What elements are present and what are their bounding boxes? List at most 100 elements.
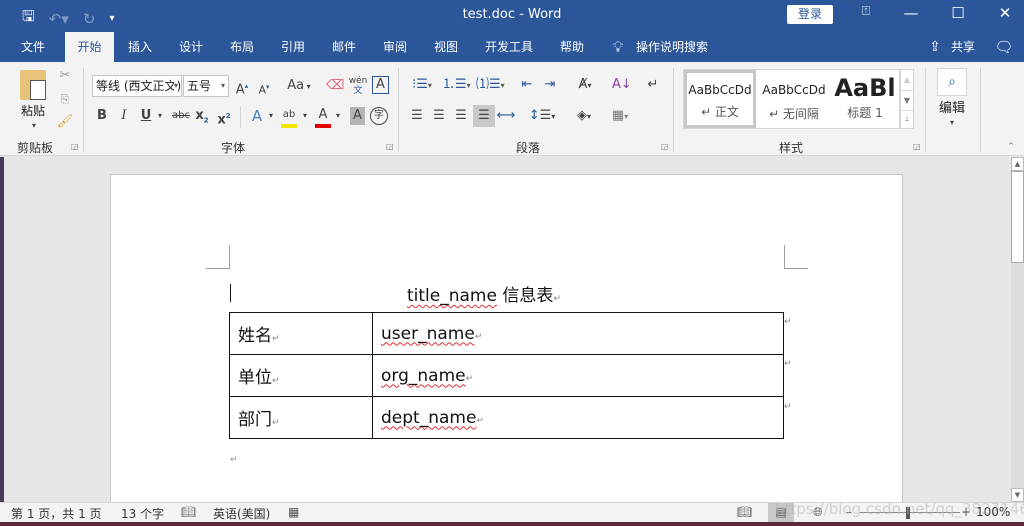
chevron-down-icon[interactable]: ▾ xyxy=(333,107,343,125)
chevron-down-icon[interactable]: ▾ xyxy=(266,107,276,125)
table-label-cell[interactable]: 姓名↵ xyxy=(229,312,373,355)
text-effects-icon[interactable]: A xyxy=(248,107,266,125)
grow-font-icon[interactable]: A▴ xyxy=(234,77,250,99)
table-label-cell[interactable]: 部门↵ xyxy=(229,396,373,439)
table-value-cell[interactable]: org_name↵ xyxy=(372,354,784,397)
ribbon-display-options-icon[interactable]: ⍐ xyxy=(851,4,881,19)
collapse-ribbon-icon[interactable]: ⌃ xyxy=(1004,138,1018,156)
language-indicator[interactable]: 英语(美国) xyxy=(213,505,270,522)
highlight-color-icon[interactable]: ab xyxy=(281,106,297,128)
line-spacing-icon[interactable]: ↕☰▾ xyxy=(527,107,557,126)
cut-icon[interactable]: ✂ xyxy=(56,67,74,85)
chevron-down-icon[interactable]: ▾ xyxy=(300,107,310,125)
italic-icon[interactable]: I xyxy=(117,107,131,125)
proofing-icon[interactable]: 📖︎ xyxy=(181,505,196,519)
shading-icon[interactable]: ◈▾ xyxy=(569,107,599,126)
align-left-icon[interactable]: ☰ xyxy=(408,107,426,125)
scroll-up-icon[interactable]: ▲ xyxy=(901,70,913,90)
paste-dropdown-icon[interactable]: ▾ xyxy=(26,117,42,135)
macro-recording-icon[interactable]: ▦ xyxy=(288,505,299,519)
tab-view[interactable]: 视图 xyxy=(424,32,468,62)
vertical-scrollbar[interactable]: ▲ ▼ xyxy=(1011,157,1024,502)
tab-insert[interactable]: 插入 xyxy=(118,32,162,62)
subscript-icon[interactable]: x2 xyxy=(194,107,210,130)
maximize-button[interactable]: ☐ xyxy=(943,4,973,22)
clear-formatting-icon[interactable]: ⌫ xyxy=(326,77,344,95)
customize-qat-icon[interactable]: ▾ xyxy=(109,13,114,24)
table-value-cell[interactable]: dept_name↵ xyxy=(372,396,784,439)
share-button[interactable]: 共享 xyxy=(948,32,978,62)
save-icon[interactable]: 🖫 xyxy=(22,6,35,31)
enclose-characters-icon[interactable]: 字 xyxy=(370,107,388,125)
style-normal[interactable]: AaBbCcDd ↵ 正文 xyxy=(684,70,756,128)
lightbulb-icon: 💡︎ xyxy=(612,38,624,56)
multilevel-list-icon[interactable]: ⑴☰▾ xyxy=(476,76,505,95)
tab-help[interactable]: 帮助 xyxy=(552,32,592,62)
increase-indent-icon[interactable]: ⇥ xyxy=(541,76,559,94)
page-count[interactable]: 第 1 页，共 1 页 xyxy=(11,505,102,522)
read-mode-icon[interactable]: 📖︎ xyxy=(737,505,752,519)
word-count[interactable]: 13 个字 xyxy=(121,505,164,522)
scroll-up-button[interactable]: ▲ xyxy=(1011,157,1024,171)
sort-icon[interactable]: A↓ xyxy=(612,76,632,94)
styles-launcher-icon[interactable]: ◲ xyxy=(913,142,921,151)
phonetic-guide-icon[interactable]: wén 文 xyxy=(348,76,368,96)
font-name-combo[interactable]: 等线 (西文正文) ▾ xyxy=(92,75,182,97)
underline-icon[interactable]: U xyxy=(139,107,153,125)
bold-icon[interactable]: B xyxy=(95,107,109,125)
tab-file[interactable]: 文件 xyxy=(10,32,56,62)
undo-icon[interactable]: ↶▾ xyxy=(49,10,69,28)
tab-design[interactable]: 设计 xyxy=(169,32,213,62)
search-icon[interactable]: ⌕ xyxy=(937,68,967,96)
scrollbar-thumb[interactable] xyxy=(1011,171,1024,263)
style-heading-1[interactable]: AaBl 标题 1 xyxy=(830,70,900,128)
close-button[interactable]: ✕ xyxy=(990,4,1020,22)
table-label-cell[interactable]: 单位↵ xyxy=(229,354,373,397)
scroll-down-icon[interactable]: ▼ xyxy=(901,90,913,110)
character-border-icon[interactable]: A xyxy=(372,76,389,94)
format-painter-icon[interactable]: 🖌︎ xyxy=(56,113,74,131)
align-center-icon[interactable]: ☰ xyxy=(430,107,448,125)
styles-scroll[interactable]: ▲ ▼ ⩡ xyxy=(900,69,914,129)
font-launcher-icon[interactable]: ◲ xyxy=(386,142,394,151)
strikethrough-icon[interactable]: abc xyxy=(171,107,191,125)
show-formatting-marks-icon[interactable]: ↵ xyxy=(645,76,661,94)
font-size-combo[interactable]: 五号 ▾ xyxy=(183,75,229,97)
minimize-button[interactable]: — xyxy=(896,4,926,22)
tab-references[interactable]: 引用 xyxy=(271,32,315,62)
comments-icon[interactable]: 🗨︎ xyxy=(992,32,1016,62)
character-shading-icon[interactable]: A xyxy=(350,107,365,125)
change-case-icon[interactable]: Aa ▾ xyxy=(284,77,314,96)
tell-me-search[interactable]: 操作说明搜索 xyxy=(636,32,716,62)
document-title[interactable]: title_name 信息表↵ xyxy=(407,281,561,306)
redo-icon[interactable]: ↻ xyxy=(83,10,96,28)
table-row: 部门↵ dept_name↵ xyxy=(229,396,784,439)
copy-icon[interactable]: ⎘ xyxy=(56,91,74,109)
distributed-icon[interactable]: ⟷ xyxy=(496,107,516,125)
clipboard-launcher-icon[interactable]: ◲ xyxy=(71,142,79,151)
editing-dropdown-icon[interactable]: ▾ xyxy=(945,114,959,132)
paragraph-launcher-icon[interactable]: ◲ xyxy=(661,142,669,151)
tab-mailings[interactable]: 邮件 xyxy=(322,32,366,62)
shrink-font-icon[interactable]: A▾ xyxy=(256,78,272,100)
numbering-icon[interactable]: ⒈☰▾ xyxy=(442,76,471,95)
bullets-icon[interactable]: ⁝☰▾ xyxy=(408,76,436,95)
tab-review[interactable]: 审阅 xyxy=(373,32,417,62)
font-color-icon[interactable]: A xyxy=(315,106,331,128)
more-styles-icon[interactable]: ⩡ xyxy=(901,110,913,128)
cell-label: 部门 xyxy=(238,410,272,430)
login-button[interactable]: 登录 xyxy=(787,5,833,24)
table-value-cell[interactable]: user_name↵ xyxy=(372,312,784,355)
tab-developer[interactable]: 开发工具 xyxy=(477,32,541,62)
justify-icon[interactable]: ☰ xyxy=(473,105,495,127)
align-right-icon[interactable]: ☰ xyxy=(452,107,470,125)
borders-icon[interactable]: ▦▾ xyxy=(605,107,635,126)
superscript-icon[interactable]: x2 xyxy=(216,107,232,129)
decrease-indent-icon[interactable]: ⇤ xyxy=(518,76,536,94)
share-icon[interactable]: ⇪ xyxy=(925,32,945,62)
style-no-spacing[interactable]: AaBbCcDd ↵ 无间隔 xyxy=(758,70,830,128)
underline-dropdown-icon[interactable]: ▾ xyxy=(155,107,165,125)
tab-layout[interactable]: 布局 xyxy=(220,32,264,62)
asian-layout-icon[interactable]: Ⱥ▾ xyxy=(571,76,599,95)
tab-home[interactable]: 开始 xyxy=(65,32,114,62)
